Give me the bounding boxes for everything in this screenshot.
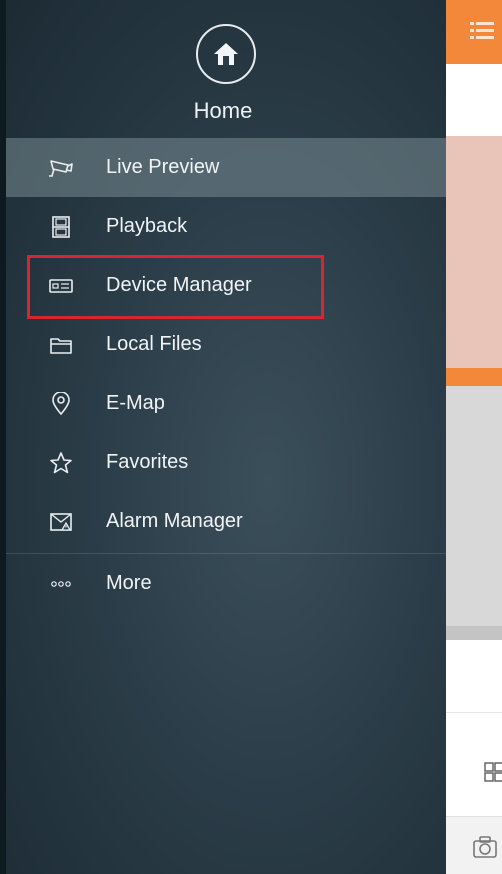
menu-label-more: More bbox=[106, 572, 152, 594]
menu-label-live-preview: Live Preview bbox=[106, 156, 220, 178]
drawer-header[interactable]: Home bbox=[0, 0, 446, 138]
window-grid-icon[interactable] bbox=[484, 762, 502, 782]
device-icon bbox=[48, 273, 74, 299]
film-icon bbox=[48, 214, 74, 240]
background-panel-lower bbox=[446, 640, 502, 712]
drawer-menu: Live Preview Playback Device Manager Loc… bbox=[6, 138, 446, 613]
more-dots-icon bbox=[48, 571, 74, 597]
background-divider bbox=[446, 712, 502, 713]
menu-item-more[interactable]: More bbox=[6, 554, 446, 613]
background-top-bar bbox=[446, 0, 502, 64]
menu-label-device-manager: Device Manager bbox=[106, 274, 252, 296]
list-menu-icon[interactable] bbox=[470, 20, 494, 42]
star-icon bbox=[48, 450, 74, 476]
menu-item-device-manager[interactable]: Device Manager bbox=[6, 256, 446, 315]
menu-item-alarm-manager[interactable]: Alarm Manager bbox=[6, 492, 446, 551]
location-pin-icon bbox=[48, 391, 74, 417]
menu-item-e-map[interactable]: E-Map bbox=[6, 374, 446, 433]
alarm-envelope-icon bbox=[48, 509, 74, 535]
navigation-drawer: Home Live Preview Playback Device Manage… bbox=[0, 0, 446, 874]
home-icon[interactable] bbox=[196, 24, 256, 84]
camera-icon bbox=[48, 155, 74, 181]
snapshot-camera-icon[interactable] bbox=[472, 835, 498, 859]
menu-item-live-preview[interactable]: Live Preview bbox=[6, 138, 446, 197]
menu-item-favorites[interactable]: Favorites bbox=[6, 433, 446, 492]
folder-icon bbox=[48, 332, 74, 358]
menu-label-local-files: Local Files bbox=[106, 333, 202, 355]
selected-window-border bbox=[446, 368, 502, 386]
home-label: Home bbox=[193, 98, 253, 123]
video-window-footer bbox=[446, 626, 502, 640]
empty-video-window[interactable] bbox=[446, 386, 502, 626]
menu-item-local-files[interactable]: Local Files bbox=[6, 315, 446, 374]
menu-label-favorites: Favorites bbox=[106, 451, 189, 473]
background-app[interactable] bbox=[446, 0, 502, 874]
menu-label-alarm-manager: Alarm Manager bbox=[106, 510, 243, 532]
video-preview-area[interactable] bbox=[446, 136, 502, 368]
menu-item-playback[interactable]: Playback bbox=[6, 197, 446, 256]
menu-label-e-map: E-Map bbox=[106, 392, 165, 414]
menu-label-playback: Playback bbox=[106, 215, 188, 237]
app-screen: Home Live Preview Playback Device Manage… bbox=[0, 0, 502, 874]
house-icon bbox=[214, 43, 238, 65]
background-panel bbox=[446, 64, 502, 136]
bottom-toolbar bbox=[446, 816, 502, 874]
